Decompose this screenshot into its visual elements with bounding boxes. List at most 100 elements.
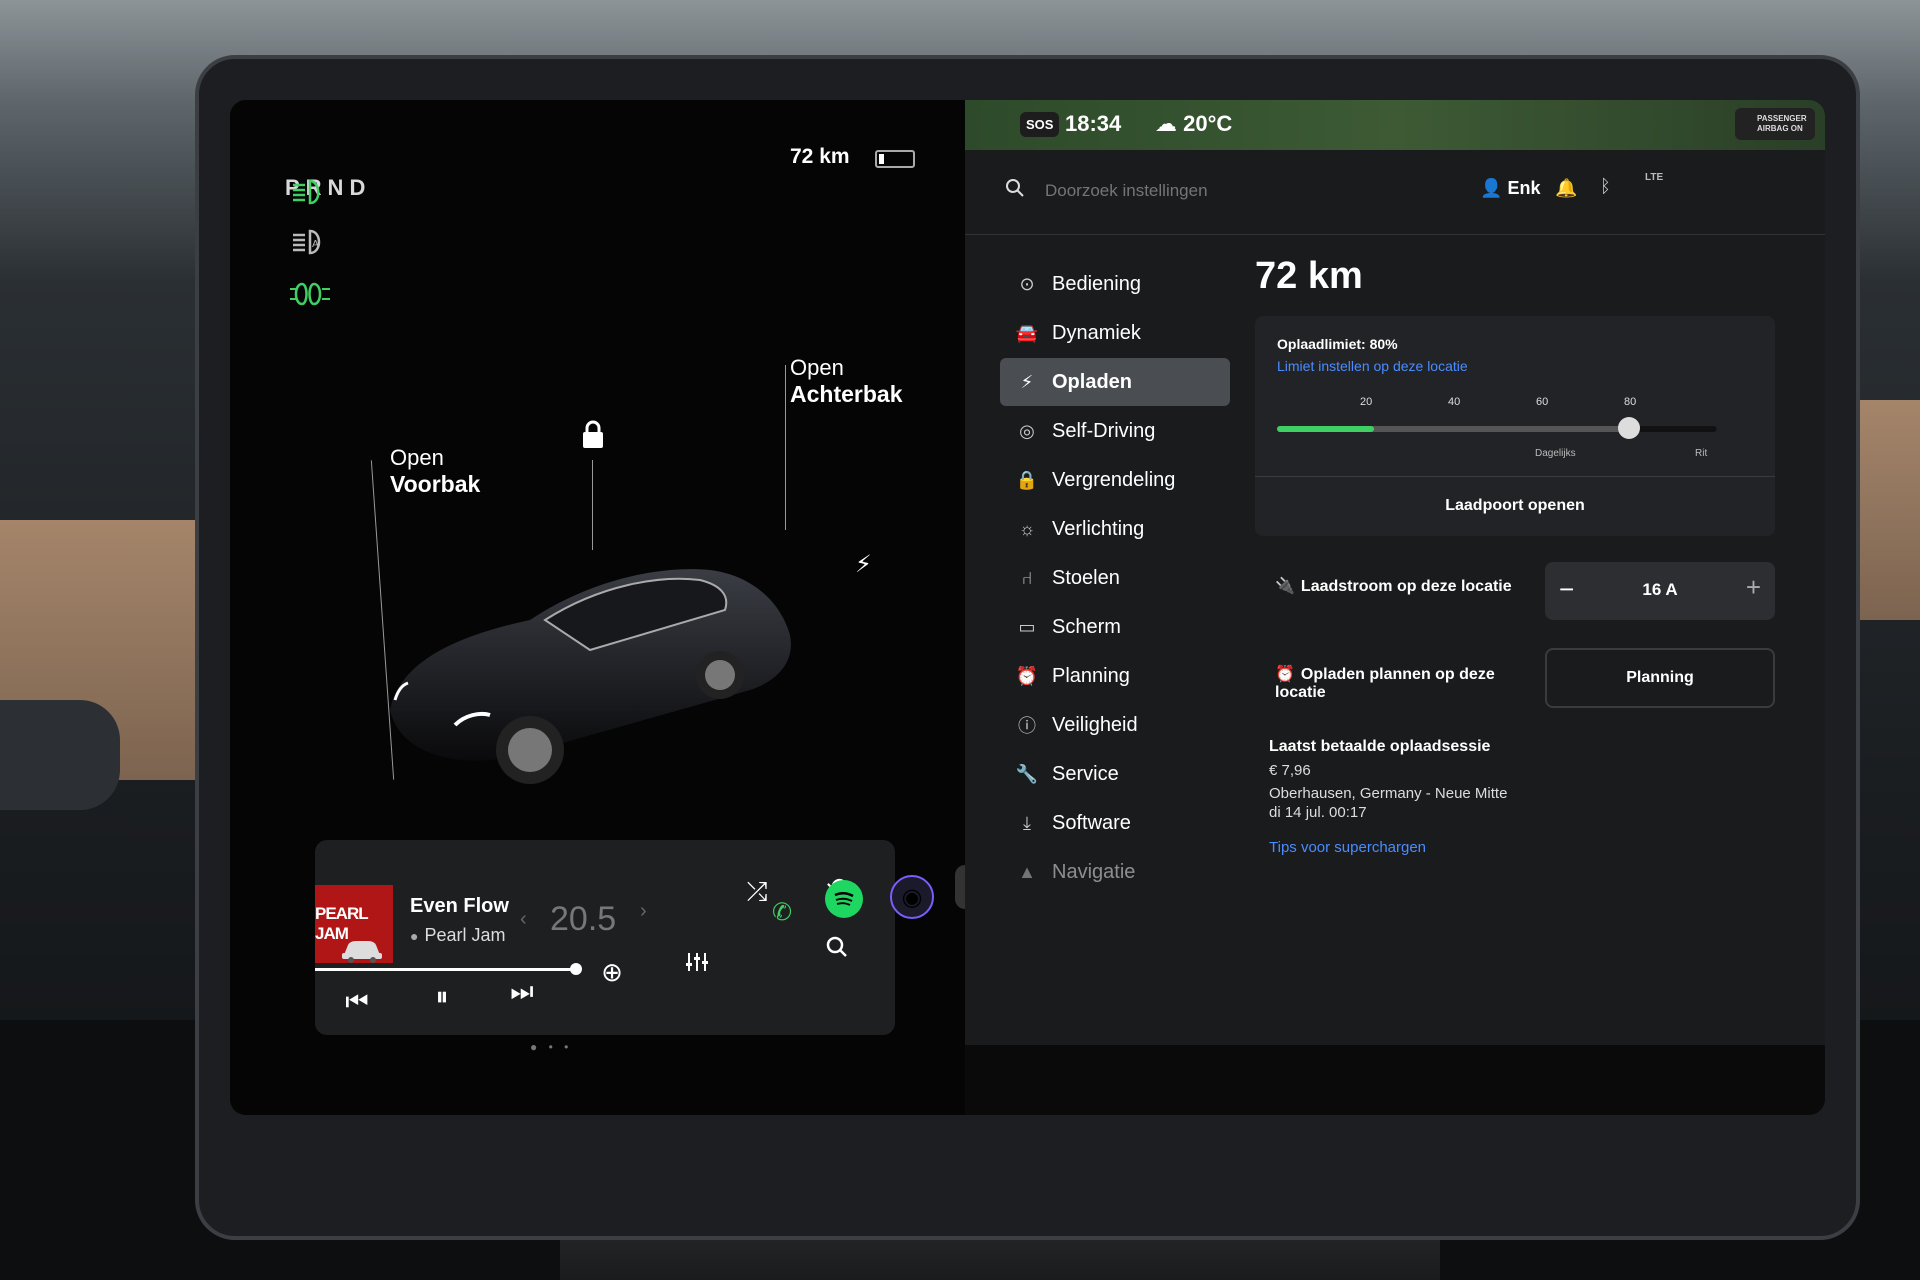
display-icon: ▭ [1018,616,1036,637]
tick-label-20: 20 [1360,396,1373,408]
menu-item-planning[interactable]: ⏰ Planning [1000,652,1230,700]
car-icon[interactable] [340,935,384,970]
settings-panel: SOS 18:34 ☁ 20°C PASSENGER AIRBAG ON 👤 E… [965,100,1825,1045]
settings-search-input[interactable] [1045,178,1395,204]
last-session-info: Laatst betaalde oplaadsessie € 7,96 Ober… [1255,738,1795,856]
car-model-image [390,569,791,784]
car-lock-icon[interactable] [580,420,606,457]
light-bulb-icon: ☼ [1018,518,1036,539]
menu-item-opladen[interactable]: ⚡ Opladen [1000,358,1230,406]
lte-signal-indicator: LTE [1645,172,1664,183]
search-media-button[interactable] [815,925,859,969]
charge-current-label: Laadstroom op deze locatie [1300,578,1512,595]
headlight-icon[interactable] [290,178,326,213]
menu-item-label: Self-Driving [1052,419,1156,442]
plug-icon: 🔌 [1275,578,1295,595]
page-indicator-dots: ● • • [530,1040,573,1054]
last-session-title: Laatst betaalde oplaadsessie [1269,738,1491,755]
playback-scrubber[interactable] [570,963,582,975]
alert-icon: ⓘ [1018,716,1036,736]
set-limit-location-link[interactable]: Limiet instellen op deze locatie [1277,358,1468,374]
charge-current-value: 16 A [1642,580,1678,599]
settings-header: 👤 Enk 🔔 ᛒ LTE [965,150,1825,235]
pause-button[interactable]: ⏸ [420,975,464,1019]
toggle-icon: ⊙ [1019,273,1035,294]
schedule-label-wrap: ⏰ Opladen plannen op deze locatie [1275,666,1525,703]
add-to-library-button[interactable]: ⊕ [590,950,634,994]
menu-item-label: Vergrendeling [1052,468,1176,491]
menu-item-service[interactable]: 🔧 Service [1000,750,1230,798]
svg-text:A: A [312,239,319,250]
temp-decrease-button[interactable]: ‹ [520,908,527,931]
sos-button[interactable]: SOS [1020,112,1060,137]
camera-icon[interactable]: ◉ [890,875,934,919]
menu-item-scherm[interactable]: ▭ Scherm [1000,603,1230,651]
seat-icon: ⑁ [1021,567,1033,588]
next-track-button[interactable]: ⏭ [500,970,544,1014]
equalizer-button[interactable] [675,940,719,984]
outside-temperature: ☁ 20°C [1155,111,1232,137]
spotify-icon[interactable] [825,880,863,918]
previous-track-button[interactable]: ⏮ [335,980,379,1024]
fog-light-icon[interactable] [290,280,330,315]
charge-limit-card: Oplaadlimiet: 80% Limiet instellen op de… [1255,316,1775,536]
menu-item-label: Planning [1052,664,1130,687]
notification-bell-icon[interactable]: 🔔 [1555,178,1577,199]
schedule-row: ⏰ Opladen plannen op deze locatie Plannin… [1255,642,1795,712]
outside-temperature-value: 20°C [1183,111,1233,136]
menu-item-label: Software [1052,811,1131,834]
charging-content: 72 km Oplaadlimiet: 80% Limiet instellen… [1255,255,1795,856]
menu-item-label: Bediening [1052,272,1141,295]
menu-item-software[interactable]: ⤓ Software [1000,799,1230,847]
alarm-clock-icon: ⏰ [1275,666,1295,683]
menu-item-stoelen[interactable]: ⑁ Stoelen [1000,554,1230,602]
supercharging-tips-link[interactable]: Tips voor superchargen [1269,839,1795,856]
open-frunk-button[interactable]: Open Voorbak [390,445,480,499]
menu-item-verlichting[interactable]: ☼ Verlichting [1000,505,1230,553]
tick-label-60: 60 [1536,396,1549,408]
frunk-label: Voorbak [390,471,481,498]
range-indicator: 72 km [790,145,850,168]
planning-button[interactable]: Planning [1545,648,1775,708]
car-icon: 🚘 [1015,322,1039,343]
artist-name: Pearl Jam [410,925,505,946]
open-trunk-button[interactable]: Open Achterbak [790,355,902,409]
temp-increase-button[interactable]: › [640,900,647,923]
charge-limit-title: Oplaadlimiet: 80% [1277,336,1398,352]
menu-item-label: Dynamiek [1052,321,1141,344]
menu-item-label: Verlichting [1052,517,1145,540]
driver-profile-button[interactable]: 👤 Enk [1480,178,1540,199]
menu-item-label: Scherm [1052,615,1121,638]
lightning-icon: ⚡ [1020,371,1034,392]
last-session-location: Oberhausen, Germany - Neue Mitte [1269,785,1508,802]
steering-wheel-icon: ◎ [1019,420,1035,441]
current-charge-fill [1277,426,1374,432]
schedule-label: Opladen plannen op deze locatie [1275,666,1495,702]
frunk-open-label: Open [390,445,444,470]
menu-item-bediening[interactable]: ⊙ Bediening [1000,260,1230,308]
menu-item-dynamiek[interactable]: 🚘 Dynamiek [1000,309,1230,357]
user-icon: 👤 [1480,178,1503,198]
auto-high-beam-icon[interactable]: A [290,228,326,263]
wrench-icon: 🔧 [1015,763,1039,784]
menu-item-veiligheid[interactable]: ⓘ Veiligheid [1000,701,1230,749]
charge-limit-slider[interactable] [1277,417,1717,439]
bluetooth-icon[interactable]: ᛒ [1600,176,1611,197]
weather-icon: ☁ [1155,111,1177,136]
cabin-temperature[interactable]: 20.5 [550,900,616,939]
menu-item-self-driving[interactable]: ◎ Self-Driving [1000,407,1230,455]
daily-range-label: Dagelijks [1535,448,1576,459]
menu-item-label: Opladen [1052,370,1133,393]
increase-current-button[interactable]: + [1746,572,1761,603]
phone-icon[interactable]: ✆ [760,890,804,934]
song-title: Even Flow [410,895,509,917]
range-display: 72 km [1255,255,1363,297]
trunk-label: Achterbak [790,381,903,408]
menu-item-vergrendeling[interactable]: 🔒 Vergrendeling [1000,456,1230,504]
menu-item-navigatie[interactable]: ▲ Navigatie [1000,848,1230,896]
charge-port-icon[interactable]: ⚡ [855,550,872,579]
open-charge-port-button[interactable]: Laadpoort openen [1255,476,1775,536]
settings-menu: ⊙ Bediening 🚘 Dynamiek ⚡ Opladen ◎ Self-Driv… [1000,260,1230,897]
charge-limit-handle[interactable] [1618,417,1640,439]
last-session-amount: € 7,96 [1269,762,1311,779]
